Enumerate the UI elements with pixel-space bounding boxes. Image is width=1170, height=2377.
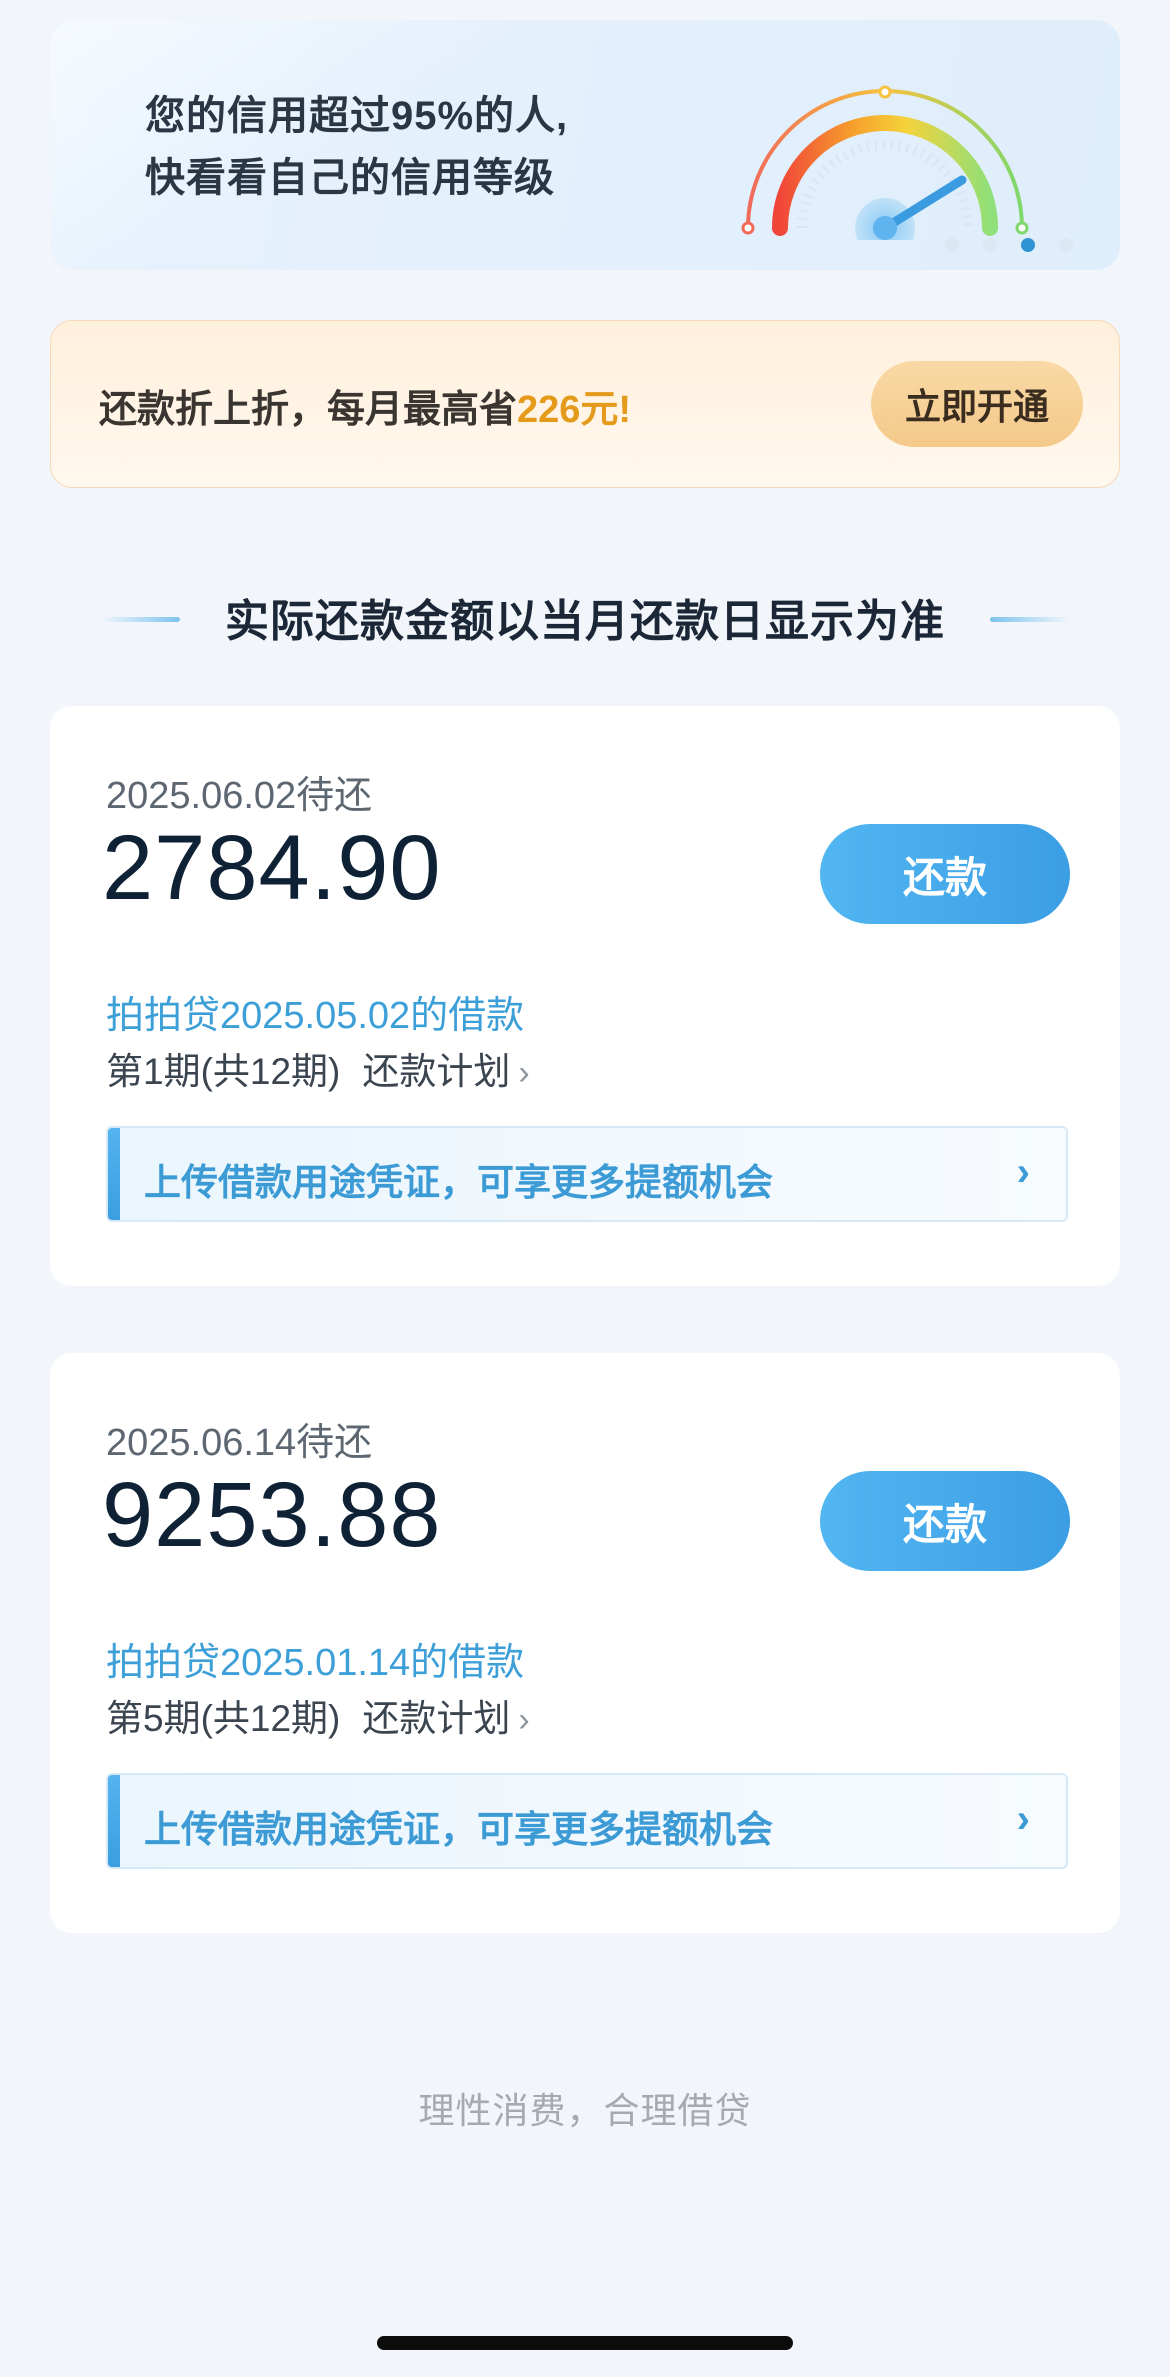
- banner-text: 您的信用超过95%的人, 快看看自己的信用等级: [145, 85, 568, 209]
- bill-card: 2025.06.14待还 9253.88 还款 拍拍贷2025.01.14的借款…: [50, 1353, 1120, 1933]
- due-amount: 2784.90: [102, 817, 442, 919]
- installment-period: 第1期(共12期): [106, 1051, 341, 1092]
- upload-proof-banner[interactable]: 上传借款用途凭证，可享更多提额机会 ›: [106, 1126, 1068, 1222]
- banner-line-1: 您的信用超过95%的人,: [145, 94, 569, 138]
- loan-source: 拍拍贷2025.05.02的借款: [106, 995, 525, 1037]
- carousel-dot[interactable]: [945, 238, 959, 252]
- repay-button[interactable]: 还款: [820, 1471, 1070, 1571]
- repay-plan-link[interactable]: 还款计划: [362, 1051, 510, 1092]
- upload-proof-text: 上传借款用途凭证，可享更多提额机会: [144, 1162, 773, 1203]
- chevron-right-icon: ›: [1016, 1150, 1030, 1194]
- repay-discount-promo[interactable]: 还款折上折，每月最高省226元! 立即开通: [50, 320, 1120, 488]
- chevron-right-icon: ›: [1016, 1797, 1030, 1841]
- due-date: 2025.06.02待还: [106, 775, 373, 817]
- banner-carousel-dots: [945, 238, 1073, 252]
- credit-gauge-icon: [741, 85, 1029, 240]
- accent-bar: [108, 1775, 120, 1867]
- due-amount: 9253.88: [102, 1464, 442, 1566]
- promo-text-prefix: 还款折上折，每月最高省: [99, 389, 518, 431]
- installment-period: 第5期(共12期): [106, 1698, 341, 1739]
- carousel-dot-active[interactable]: [1021, 238, 1035, 252]
- banner-line-2: 快看看自己的信用等级: [145, 156, 555, 200]
- title-divider-right: [990, 617, 1070, 622]
- home-indicator[interactable]: [377, 2336, 793, 2350]
- installment-info: 第1期(共12期) 还款计划 ›: [106, 1041, 530, 1095]
- upload-proof-banner[interactable]: 上传借款用途凭证，可享更多提额机会 ›: [106, 1773, 1068, 1869]
- promo-text: 还款折上折，每月最高省226元!: [99, 378, 631, 433]
- loan-source: 拍拍贷2025.01.14的借款: [106, 1642, 525, 1684]
- chevron-right-icon[interactable]: ›: [518, 1701, 529, 1739]
- activate-button[interactable]: 立即开通: [871, 361, 1083, 447]
- due-date: 2025.06.14待还: [106, 1422, 373, 1464]
- promo-highlight: 226元!: [517, 389, 632, 431]
- carousel-dot[interactable]: [1059, 238, 1073, 252]
- credit-banner[interactable]: 您的信用超过95%的人, 快看看自己的信用等级: [50, 20, 1120, 270]
- carousel-dot[interactable]: [983, 238, 997, 252]
- repay-plan-link[interactable]: 还款计划: [362, 1698, 510, 1739]
- footer-slogan: 理性消费，合理借贷: [418, 2090, 752, 2131]
- upload-proof-text: 上传借款用途凭证，可享更多提额机会: [144, 1809, 773, 1850]
- chevron-right-icon[interactable]: ›: [518, 1054, 529, 1092]
- installment-info: 第5期(共12期) 还款计划 ›: [106, 1688, 530, 1742]
- accent-bar: [108, 1128, 120, 1220]
- repay-button[interactable]: 还款: [820, 824, 1070, 924]
- bill-card: 2025.06.02待还 2784.90 还款 拍拍贷2025.05.02的借款…: [50, 706, 1120, 1286]
